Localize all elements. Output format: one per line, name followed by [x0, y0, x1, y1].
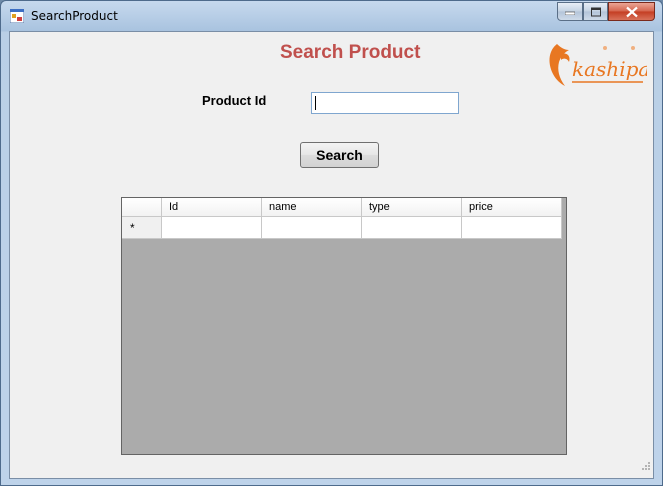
- product-id-input[interactable]: [311, 92, 459, 114]
- column-header-name[interactable]: name: [262, 198, 362, 217]
- form-client-area: Search Product kashipara Product Id Sear…: [9, 31, 663, 479]
- cell-type[interactable]: [362, 217, 462, 239]
- maximize-icon: [590, 7, 601, 16]
- search-button[interactable]: Search: [300, 142, 379, 168]
- cell-name[interactable]: [262, 217, 362, 239]
- cell-id[interactable]: [162, 217, 262, 239]
- product-id-label: Product Id: [202, 93, 267, 108]
- column-header-price[interactable]: price: [462, 198, 562, 217]
- svg-text:kashipara: kashipara: [572, 57, 647, 81]
- cell-price[interactable]: [462, 217, 562, 239]
- resize-grip-icon[interactable]: [641, 458, 651, 476]
- grid-header: Id name type price: [122, 198, 562, 217]
- new-row[interactable]: *: [122, 217, 562, 239]
- close-icon: [625, 6, 638, 17]
- column-header-type[interactable]: type: [362, 198, 462, 217]
- maximize-button[interactable]: [583, 2, 608, 21]
- page-title: Search Product: [280, 42, 421, 63]
- text-caret: [315, 96, 316, 110]
- close-button[interactable]: [608, 2, 655, 21]
- column-header-id[interactable]: Id: [162, 198, 262, 217]
- minimize-button[interactable]: [557, 2, 583, 21]
- title-bar[interactable]: SearchProduct: [1, 1, 662, 31]
- new-row-marker[interactable]: *: [122, 217, 162, 239]
- window-title: SearchProduct: [31, 9, 118, 23]
- kashipara-logo: kashipara: [545, 40, 663, 88]
- app-icon: [9, 8, 25, 24]
- grid-corner-header[interactable]: [122, 198, 162, 217]
- product-data-grid[interactable]: Id name type price *: [121, 197, 567, 455]
- app-window: SearchProduct Search Product kashipara P…: [0, 0, 663, 486]
- minimize-icon: [565, 11, 575, 15]
